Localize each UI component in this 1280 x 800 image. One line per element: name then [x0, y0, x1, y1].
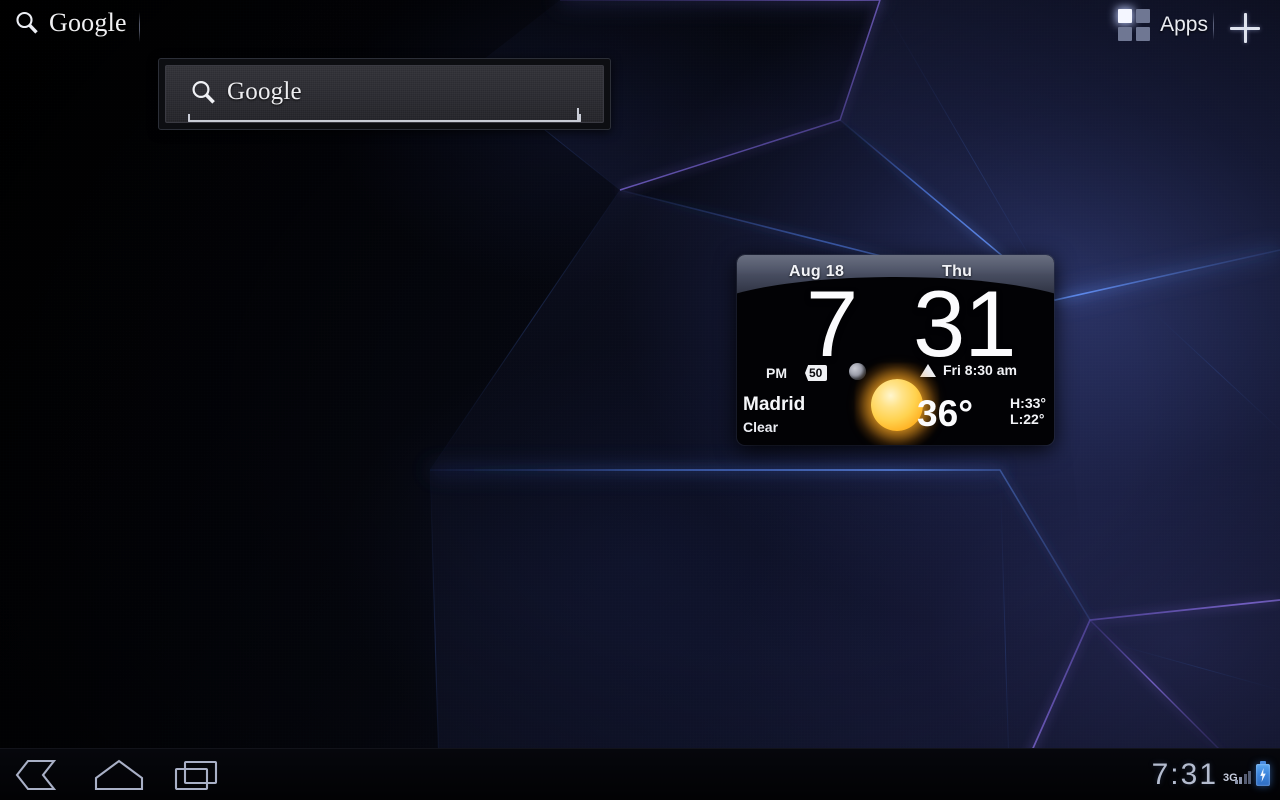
search-content: Google	[190, 78, 302, 106]
top-bar: Google Apps	[0, 0, 1280, 56]
clock-minute: 31	[913, 271, 1017, 376]
apps-grid-icon	[1118, 9, 1151, 41]
google-wordmark: Google	[49, 8, 127, 37]
home-screen: Google Apps Google Aug 18 Thu 7 31 PM 50…	[0, 0, 1280, 800]
battery-charging-icon	[1256, 761, 1270, 786]
battery-bolt	[1260, 768, 1266, 782]
recent-apps-button[interactable]	[172, 758, 224, 792]
search-widget[interactable]: Google	[158, 58, 611, 130]
topbar-divider-right	[1213, 12, 1214, 40]
signal-bars	[1234, 771, 1251, 784]
weather-condition: Clear	[743, 419, 779, 435]
clock-seconds-badge: 50	[805, 365, 828, 381]
recent-apps-icon	[174, 760, 218, 791]
weather-high: H:33°	[1010, 395, 1046, 411]
clock-hour: 7	[806, 271, 859, 376]
apps-button[interactable]: Apps	[1118, 9, 1208, 41]
clock-ampm: PM	[766, 365, 787, 381]
back-button[interactable]	[14, 758, 64, 792]
status-clock: 7:31	[1151, 758, 1218, 791]
weather-city: Madrid	[743, 394, 806, 415]
search-placeholder: Google	[227, 78, 302, 105]
weather-temperature: 36°	[917, 393, 973, 434]
home-button[interactable]	[92, 758, 146, 792]
topbar-divider-left	[139, 12, 140, 42]
status-cluster[interactable]: 7:31 3G	[1152, 749, 1270, 800]
search-underline	[188, 114, 581, 122]
google-search-shortcut[interactable]: Google	[14, 8, 127, 38]
sun-disc	[871, 379, 923, 431]
add-to-homescreen-button[interactable]	[1230, 13, 1260, 43]
apps-label: Apps	[1160, 13, 1208, 36]
home-icon	[94, 759, 144, 791]
system-bar: 7:31 3G	[0, 748, 1280, 800]
clock-weather-widget[interactable]: Aug 18 Thu 7 31 PM 50 Fri 8:30 am Madrid…	[737, 255, 1054, 445]
search-icon	[16, 11, 38, 34]
search-input[interactable]: Google	[165, 65, 604, 123]
weather-low: L:22°	[1010, 411, 1045, 427]
signal-bars-icon: 3G	[1223, 765, 1251, 785]
weather-high-low: H:33° L:22°	[1010, 395, 1046, 427]
search-icon	[192, 80, 215, 104]
search-cursor	[577, 108, 579, 120]
back-arrow-icon	[15, 759, 57, 791]
alarm-time-label: Fri 8:30 am	[943, 362, 1017, 378]
